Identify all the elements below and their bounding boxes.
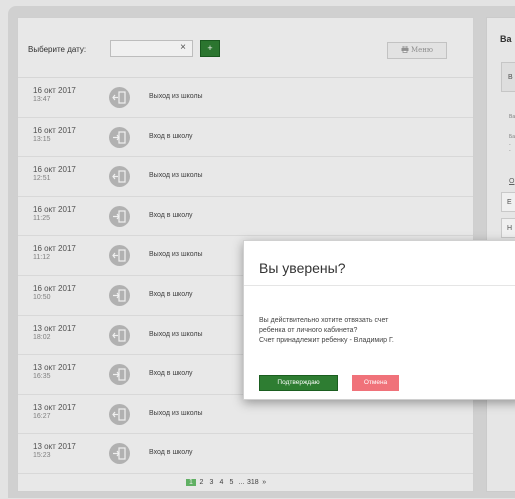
confirm-dialog: Вы уверены? Вы действительно хотите отвя… bbox=[243, 240, 515, 400]
dialog-title: Вы уверены? bbox=[259, 260, 346, 276]
dialog-message-line: Вы действительно хотите отвязать счет bbox=[259, 317, 389, 324]
dialog-message-line: Счет принадлежит ребенку - Владимир Г. bbox=[259, 337, 394, 344]
dialog-message-line: ребенка от личного кабинета? bbox=[259, 327, 358, 334]
dialog-message: Вы действительно хотите отвязать счет ре… bbox=[259, 316, 509, 346]
cancel-button[interactable]: Отмена bbox=[352, 375, 399, 391]
dialog-header: Вы уверены? bbox=[244, 241, 515, 286]
confirm-button[interactable]: Подтверждаю bbox=[259, 375, 338, 391]
